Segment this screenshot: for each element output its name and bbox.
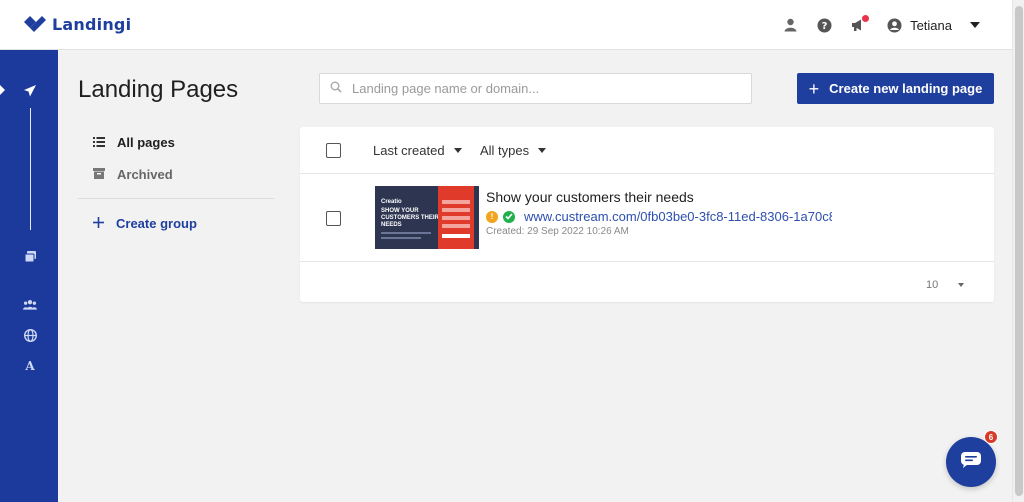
plus-icon: [93, 216, 104, 231]
chevron-down-icon: [958, 283, 965, 287]
top-bar: Landingi ? Tetiana: [0, 0, 1012, 50]
svg-text:A: A: [24, 359, 35, 371]
nav-all-pages-label: All pages: [117, 135, 175, 150]
type-filter-dropdown[interactable]: All types: [480, 143, 547, 158]
logo[interactable]: Landingi: [24, 15, 131, 34]
megaphone-icon[interactable]: [850, 15, 870, 33]
scrollbar-thumb[interactable]: [1015, 6, 1023, 496]
search-box: [319, 73, 752, 104]
landing-page-created: Created: 29 Sep 2022 10:26 AM: [486, 226, 629, 237]
nav-divider: [78, 198, 274, 199]
create-group-button[interactable]: Create group: [93, 216, 197, 231]
landing-page-title[interactable]: Show your customers their needs: [486, 189, 694, 205]
chat-unread-badge: 6: [984, 430, 998, 444]
select-all-checkbox[interactable]: [326, 143, 341, 158]
user-icon[interactable]: [782, 17, 798, 33]
sidebar-divider: [30, 108, 31, 230]
thumbnail-brand: Creatio: [381, 199, 402, 205]
sidebar-active-indicator: [0, 85, 5, 95]
list-icon: [93, 135, 105, 150]
paper-plane-icon[interactable]: [23, 84, 37, 98]
chat-icon: [961, 451, 981, 473]
sort-label: Last created: [373, 143, 445, 158]
font-icon[interactable]: A: [23, 358, 37, 372]
nav-all-pages[interactable]: All pages: [93, 135, 175, 150]
warning-icon[interactable]: !: [486, 210, 498, 223]
notification-dot: [862, 15, 870, 22]
plus-icon: +: [808, 78, 820, 99]
landing-page-url-line: ! www.custream.com/0fb03be0-3fc8-11ed-83…: [486, 209, 832, 224]
chat-button[interactable]: [946, 437, 996, 487]
user-menu[interactable]: Tetiana: [886, 17, 980, 33]
row-checkbox[interactable]: [326, 211, 341, 226]
left-sidebar: A: [0, 50, 58, 502]
thumbnail-form-field: [442, 216, 470, 220]
thumbnail-text-line: [381, 237, 421, 239]
chevron-down-icon: [453, 148, 462, 153]
search-input[interactable]: [352, 81, 732, 96]
thumbnail-form: [438, 186, 474, 249]
sort-dropdown[interactable]: Last created: [373, 143, 462, 158]
type-filter-label: All types: [480, 143, 530, 158]
page-scrollbar[interactable]: [1012, 0, 1024, 502]
thumbnail-form-field: [442, 208, 470, 212]
thumbnail-headline: SHOW YOUR CUSTOMERS THEIR NEEDS: [381, 208, 439, 228]
header-actions: ? Tetiana: [782, 0, 980, 50]
pages-stack-icon[interactable]: [23, 249, 37, 263]
team-icon[interactable]: [23, 298, 37, 312]
svg-text:?: ?: [821, 21, 827, 32]
logo-text: Landingi: [52, 15, 132, 34]
archive-icon: [93, 167, 105, 182]
nav-archived[interactable]: Archived: [93, 167, 173, 182]
check-icon: [503, 210, 515, 223]
per-page-select[interactable]: 10: [926, 279, 965, 291]
chevron-down-icon: [970, 22, 980, 28]
thumbnail-form-field: [442, 200, 470, 204]
table-row[interactable]: Creatio SHOW YOUR CUSTOMERS THEIR NEEDS …: [300, 174, 994, 262]
create-group-label: Create group: [116, 216, 197, 231]
per-page-value: 10: [926, 279, 939, 291]
globe-icon[interactable]: [23, 328, 37, 342]
create-landing-page-button[interactable]: + Create new landing page: [797, 73, 994, 104]
list-header: Last created All types: [300, 127, 994, 174]
page-title: Landing Pages: [78, 76, 239, 103]
landingi-logo-icon: [24, 15, 46, 34]
user-name: Tetiana: [910, 17, 952, 33]
landing-page-thumbnail[interactable]: Creatio SHOW YOUR CUSTOMERS THEIR NEEDS: [375, 186, 479, 249]
help-icon[interactable]: ?: [816, 17, 832, 33]
thumbnail-form-field: [442, 224, 470, 228]
thumbnail-text-line: [381, 232, 431, 234]
nav-archived-label: Archived: [117, 167, 173, 182]
account-circle-icon: [886, 17, 902, 33]
thumbnail-form-button: [442, 234, 470, 238]
chevron-down-icon: [538, 148, 547, 153]
create-landing-page-label: Create new landing page: [829, 81, 983, 96]
search-icon: [330, 80, 342, 98]
landing-page-url-link[interactable]: www.custream.com/0fb03be0-3fc8-11ed-8306…: [524, 209, 832, 224]
landing-pages-list: Last created All types Creatio SHOW YOUR…: [300, 127, 994, 302]
